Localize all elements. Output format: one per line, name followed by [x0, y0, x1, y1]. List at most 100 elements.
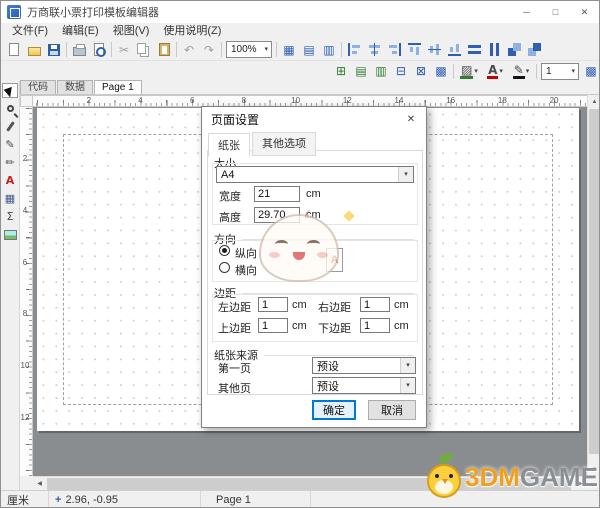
- top-margin-input[interactable]: [258, 318, 288, 333]
- copy-button[interactable]: [134, 40, 154, 59]
- zoom-tool[interactable]: [2, 101, 18, 116]
- align-center-button[interactable]: [364, 40, 384, 59]
- line-color-icon: ✎: [512, 62, 525, 79]
- maximize-button[interactable]: □: [541, 1, 570, 23]
- line-width-combobox[interactable]: 1 ▾: [541, 62, 579, 80]
- undo-button[interactable]: ↶: [179, 40, 199, 59]
- menu-help[interactable]: 使用说明(Z): [156, 23, 228, 39]
- tab-page1[interactable]: Page 1: [94, 80, 142, 94]
- snap-grid-button[interactable]: ▤: [299, 40, 319, 59]
- guides-button[interactable]: ▥: [319, 40, 339, 59]
- align-top-button[interactable]: [404, 40, 424, 59]
- print-icon: [72, 43, 86, 56]
- ruler-number: 8: [241, 96, 247, 105]
- insert-row-button[interactable]: ▤: [351, 62, 371, 81]
- scroll-down-icon[interactable]: ▼: [588, 463, 599, 476]
- brush-tool[interactable]: ✏: [2, 155, 18, 170]
- formula-tool[interactable]: Σ: [2, 209, 18, 224]
- insert-table-button[interactable]: ⊞: [331, 62, 351, 81]
- right-margin-input[interactable]: [360, 297, 390, 312]
- tab-code[interactable]: 代码: [20, 80, 56, 94]
- border-style-button[interactable]: ▩: [581, 62, 599, 81]
- width-input[interactable]: [254, 186, 300, 202]
- left-margin-input[interactable]: [258, 297, 288, 312]
- merge-cells-button[interactable]: ▩: [431, 62, 451, 81]
- align-right-button[interactable]: [384, 40, 404, 59]
- same-width-button[interactable]: [464, 40, 484, 59]
- scroll-up-icon[interactable]: ▲: [588, 95, 599, 108]
- top-margin-unit: cm: [292, 320, 307, 332]
- font-color-button[interactable]: A ▾: [482, 62, 508, 81]
- fill-color-button[interactable]: ▨ ▾: [456, 62, 482, 81]
- first-page-combobox[interactable]: 预设 ▾: [312, 357, 416, 374]
- bottom-margin-input[interactable]: [360, 318, 390, 333]
- table-tool[interactable]: ▦: [2, 191, 18, 206]
- eyedropper-icon: [5, 121, 15, 132]
- scroll-left-icon[interactable]: ◀: [33, 477, 46, 490]
- minimize-button[interactable]: ─: [512, 1, 541, 23]
- cut-button[interactable]: ✂: [114, 40, 134, 59]
- close-button[interactable]: ✕: [570, 1, 599, 23]
- line-color-button[interactable]: ✎ ▾: [508, 62, 534, 81]
- other-pages-combobox[interactable]: 预设 ▾: [312, 377, 416, 394]
- redo-button[interactable]: ↷: [199, 40, 219, 59]
- zoom-combobox[interactable]: 100% ▾: [226, 41, 272, 58]
- horizontal-scroll-thumb[interactable]: [47, 478, 571, 490]
- left-margin-label: 左边距: [218, 302, 251, 314]
- tab-paper[interactable]: 纸张: [208, 133, 250, 157]
- same-height-button[interactable]: [484, 40, 504, 59]
- align-bottom-button[interactable]: [444, 40, 464, 59]
- show-grid-button[interactable]: ▦: [279, 40, 299, 59]
- menu-file[interactable]: 文件(F): [5, 23, 55, 39]
- delete-row-button[interactable]: ⊟: [391, 62, 411, 81]
- first-page-dropdown[interactable]: ▾: [400, 358, 415, 373]
- eyedropper-tool[interactable]: [2, 119, 18, 134]
- ruler-number: 12: [20, 412, 30, 422]
- image-tool[interactable]: [2, 227, 18, 242]
- pencil-tool[interactable]: ✎: [2, 137, 18, 152]
- left-margin-unit: cm: [292, 299, 307, 311]
- position-icon: +: [55, 494, 62, 506]
- print-button[interactable]: [69, 40, 89, 59]
- vertical-scrollbar[interactable]: ▲ ▼: [587, 95, 599, 476]
- scroll-right-icon[interactable]: ▶: [574, 477, 587, 490]
- tab-data[interactable]: 数据: [57, 80, 93, 94]
- open-button[interactable]: [24, 40, 44, 59]
- ok-button[interactable]: 确定: [312, 400, 356, 420]
- brush-icon: ✏: [5, 156, 15, 169]
- paper-size-dropdown[interactable]: ▾: [398, 167, 413, 182]
- horizontal-scrollbar[interactable]: ◀ ▶: [33, 476, 587, 490]
- tab-other-options[interactable]: 其他选项: [252, 132, 316, 156]
- delete-cells-button[interactable]: ⊠: [411, 62, 431, 81]
- preview-button[interactable]: [89, 40, 109, 59]
- ruler-number: 18: [497, 96, 507, 105]
- cancel-button[interactable]: 取消: [368, 400, 416, 420]
- send-to-back-icon: [527, 43, 541, 56]
- dropdown-icon: ▾: [404, 171, 408, 178]
- other-pages-label: 其他页: [218, 383, 251, 395]
- cursor-coordinates: 2.96, -0.95: [65, 494, 119, 506]
- align-left-button[interactable]: [344, 40, 364, 59]
- other-pages-dropdown[interactable]: ▾: [400, 378, 415, 393]
- height-input[interactable]: [254, 207, 300, 223]
- insert-column-button[interactable]: ▥: [371, 62, 391, 81]
- dropdown-icon: ▾: [406, 382, 410, 389]
- new-button[interactable]: [4, 40, 24, 59]
- portrait-radio[interactable]: [219, 245, 230, 256]
- menu-view[interactable]: 视图(V): [106, 23, 157, 39]
- landscape-radio[interactable]: [219, 262, 230, 273]
- text-tool[interactable]: A: [2, 173, 18, 188]
- select-tool[interactable]: [2, 83, 18, 98]
- bring-to-front-button[interactable]: [504, 40, 524, 59]
- menu-edit[interactable]: 编辑(E): [55, 23, 106, 39]
- paste-button[interactable]: [154, 40, 174, 59]
- insert-column-icon: ▥: [375, 64, 387, 78]
- first-page-value: 预设: [317, 360, 339, 373]
- paper-size-combobox[interactable]: A4 ▾: [216, 166, 414, 183]
- save-button[interactable]: [44, 40, 64, 59]
- send-to-back-button[interactable]: [524, 40, 544, 59]
- vertical-scroll-thumb[interactable]: [589, 109, 599, 454]
- merge-cells-icon: ▩: [435, 64, 447, 78]
- align-middle-button[interactable]: [424, 40, 444, 59]
- dialog-close-button[interactable]: ✕: [396, 107, 426, 131]
